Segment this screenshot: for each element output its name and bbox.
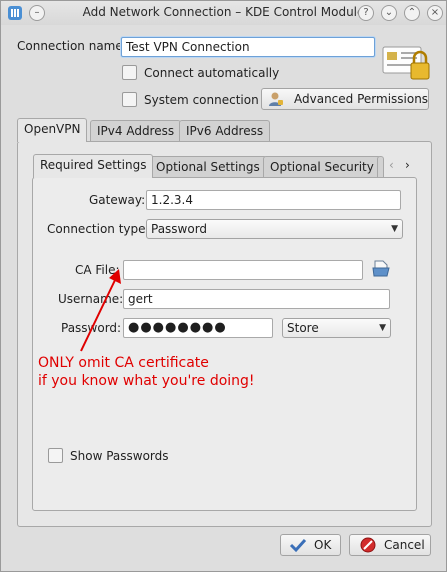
tab-ipv4-address[interactable]: IPv4 Address: [90, 120, 182, 142]
ok-label: OK: [314, 538, 332, 552]
user-icon: [268, 91, 284, 113]
tab-openvpn[interactable]: OpenVPN: [17, 118, 88, 142]
advanced-permissions-button[interactable]: Advanced Permissions: [261, 88, 429, 110]
tab-openvpn-label: OpenVPN: [24, 122, 81, 136]
subtab-required-settings[interactable]: Required Settings: [33, 154, 154, 178]
cancel-button[interactable]: Cancel: [349, 534, 431, 556]
cancel-icon: [360, 537, 376, 559]
annotation-line-1: ONLY omit CA certificate: [38, 355, 209, 371]
scroll-tabs-left-icon[interactable]: ‹: [389, 158, 394, 172]
tab-ipv6-address[interactable]: IPv6 Address: [179, 120, 271, 142]
subtab-optional-label: Optional Settings: [156, 160, 260, 174]
file-open-icon[interactable]: [372, 260, 390, 280]
minimize-icon[interactable]: ⌄: [381, 5, 397, 21]
show-passwords-label: Show Passwords: [70, 449, 169, 463]
show-passwords-checkbox[interactable]: [48, 448, 63, 463]
tab-ipv6-label: IPv6 Address: [186, 124, 264, 138]
chevron-down-icon: ▼: [379, 323, 386, 333]
scroll-tabs-right-icon[interactable]: ›: [405, 158, 410, 172]
cancel-label: Cancel: [384, 538, 425, 552]
subtab-security-label: Optional Security: [270, 160, 374, 174]
vpn-certificate-lock-icon: [381, 43, 431, 83]
annotation-arrow: [80, 269, 121, 352]
connection-name-label: Connection name:: [17, 39, 127, 53]
subtab-optional-security[interactable]: Optional Security: [263, 156, 381, 178]
ok-button[interactable]: OK: [280, 534, 341, 556]
connection-type-label: Connection type:: [47, 222, 150, 236]
gateway-input[interactable]: 1.2.3.4: [146, 190, 401, 210]
password-input[interactable]: ●●●●●●●●: [123, 318, 273, 338]
connect-automatically-label: Connect automatically: [144, 66, 280, 80]
subtab-overflow: [377, 156, 384, 178]
tab-ipv4-label: IPv4 Address: [97, 124, 175, 138]
ca-file-input[interactable]: [123, 260, 363, 280]
advanced-permissions-label: Advanced Permissions: [294, 92, 429, 106]
subtab-optional-settings[interactable]: Optional Settings: [149, 156, 267, 178]
username-input[interactable]: gert: [123, 289, 390, 309]
password-storage-select[interactable]: Store ▼: [282, 318, 391, 338]
maximize-icon[interactable]: ⌃: [404, 5, 420, 21]
connect-automatically-checkbox[interactable]: [122, 65, 137, 80]
help-icon[interactable]: ?: [358, 5, 374, 21]
annotation-line-2: if you know what you're doing!: [38, 373, 255, 389]
system-connection-label: System connection: [144, 93, 259, 107]
close-icon[interactable]: ×: [427, 5, 443, 21]
title-bar[interactable]: – Add Network Connection – KDE Control M…: [1, 1, 446, 25]
system-connection-checkbox[interactable]: [122, 92, 137, 107]
connection-name-input[interactable]: Test VPN Connection: [121, 37, 375, 57]
chevron-down-icon: ▼: [391, 224, 398, 234]
connection-type-value: Password: [151, 222, 208, 236]
dialog-window: – Add Network Connection – KDE Control M…: [0, 0, 447, 572]
window-title: Add Network Connection – KDE Control Mod…: [82, 5, 365, 19]
password-storage-value: Store: [287, 321, 319, 335]
subtab-required-label: Required Settings: [40, 158, 147, 172]
checkmark-icon: [289, 537, 307, 559]
connection-type-select[interactable]: Password ▼: [146, 219, 403, 239]
gateway-label: Gateway:: [89, 193, 146, 207]
